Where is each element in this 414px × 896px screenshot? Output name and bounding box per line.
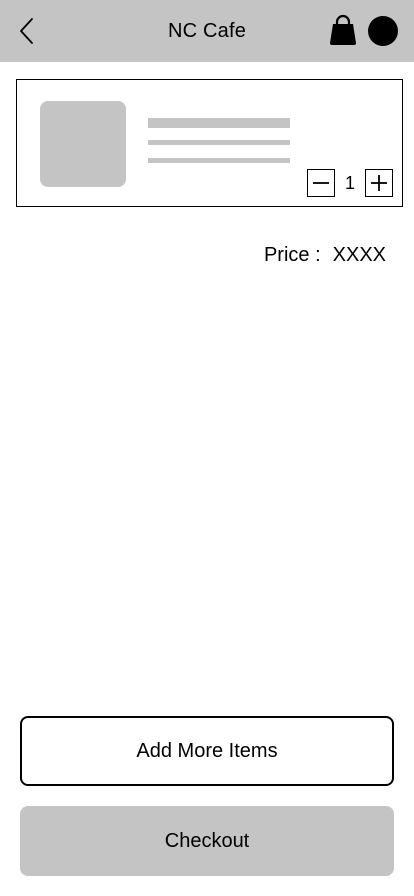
price-value: XXXX [332,244,386,266]
cart-item: 1 [16,79,403,207]
shopping-bag-icon [330,14,356,45]
quantity-value: 1 [344,173,355,193]
item-title-placeholder [148,118,290,128]
avatar[interactable] [368,16,398,46]
increment-quantity-button[interactable] [365,169,393,197]
item-description-placeholder [148,158,290,163]
plus-icon [371,175,387,191]
price-label: Price : [263,244,321,266]
back-button[interactable] [12,14,44,48]
chevron-left-icon [20,18,33,44]
item-image-placeholder [40,101,126,187]
decrement-quantity-button[interactable] [307,169,335,197]
item-description-placeholder [148,140,290,145]
add-more-items-button[interactable]: Add More Items [20,716,394,786]
checkout-button[interactable]: Checkout [20,806,394,876]
app-header: NC Cafe [0,0,414,62]
minus-icon [313,182,329,184]
cart-button[interactable] [328,14,358,46]
price-row: Price : XXXX [264,241,386,269]
